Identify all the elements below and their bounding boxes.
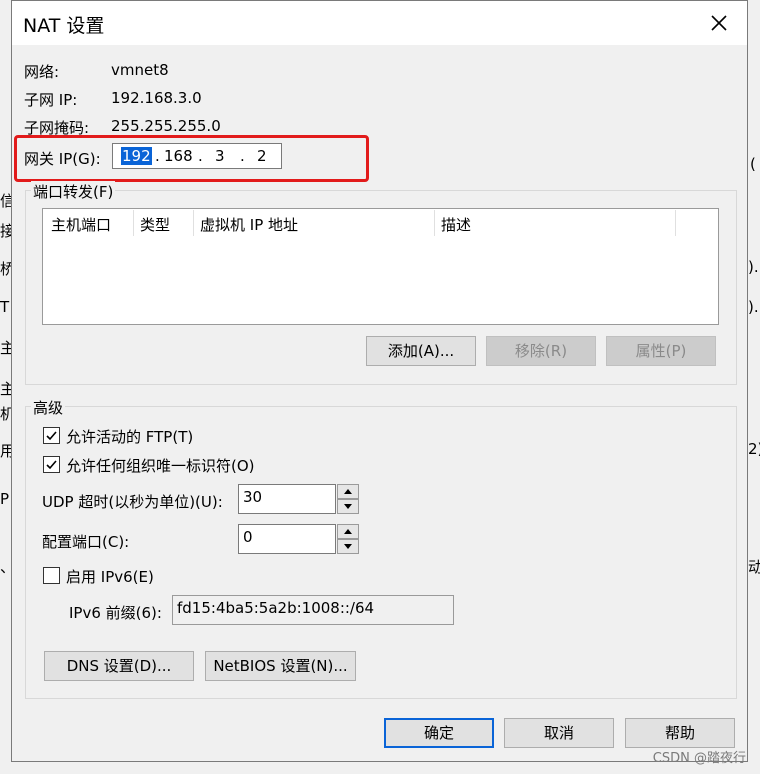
dns-settings-button[interactable]: DNS 设置(D)... [44,651,194,681]
nat-settings-dialog: NAT 设置 网络: vmnet8 子网 IP: 192.168.3.0 子网掩… [11,0,748,762]
ok-button[interactable]: 确定 [384,718,494,748]
bg-fragment-right-5: 动 [748,558,760,576]
highlight-annotation-box [14,135,369,182]
port-forwarding-list[interactable]: 主机端口 类型 虚拟机 IP 地址 描述 [42,208,719,325]
spin-down-button[interactable] [337,499,359,514]
advanced-label: 高级 [31,397,66,418]
subnet-ip-value: 192.168.3.0 [111,89,202,107]
column-separator[interactable] [133,210,134,236]
ipv6-prefix-input[interactable]: fd15:4ba5:5a2b:1008::/64 [172,595,454,625]
config-port-input[interactable]: 0 [238,524,336,554]
column-separator[interactable] [434,210,435,236]
udp-timeout-label: UDP 超时(以秒为单位)(U): [42,493,223,511]
bg-fragment-right-4: 2) [748,440,760,458]
arrow-down-icon [344,544,352,549]
cancel-button[interactable]: 取消 [504,718,614,748]
arrow-up-icon [344,529,352,534]
watermark: CSDN @踏夜行 [652,751,746,766]
allow-oui-label[interactable]: 允许任何组织唯一标识符(O) [66,455,255,476]
port-forwarding-label: 端口转发(F) [31,181,116,202]
column-header-host-port[interactable]: 主机端口 [51,214,111,235]
column-header-vm-ip[interactable]: 虚拟机 IP 地址 [200,214,298,235]
enable-ipv6-checkbox[interactable] [43,567,60,584]
allow-oui-checkbox[interactable] [43,456,60,473]
allow-ftp-checkbox[interactable] [43,427,60,444]
network-value: vmnet8 [111,61,169,79]
subnet-mask-value: 255.255.255.0 [111,117,221,135]
spin-down-button[interactable] [337,539,359,554]
netbios-settings-button[interactable]: NetBIOS 设置(N)... [205,651,356,681]
arrow-up-icon [344,489,352,494]
enable-ipv6-label[interactable]: 启用 IPv6(E) [66,566,154,587]
allow-ftp-label[interactable]: 允许活动的 FTP(T) [66,426,193,447]
remove-button[interactable]: 移除(R) [486,336,596,366]
column-separator[interactable] [193,210,194,236]
config-port-spinner[interactable] [337,524,359,554]
add-button[interactable]: 添加(A)... [366,336,476,366]
udp-timeout-input[interactable]: 30 [238,484,336,514]
column-separator[interactable] [675,210,676,236]
column-header-description[interactable]: 描述 [441,214,471,235]
close-icon[interactable] [705,9,733,37]
subnet-ip-label: 子网 IP: [24,91,78,109]
ipv6-prefix-label: IPv6 前缀(6): [69,604,162,622]
bg-fragment-right-1: ( [750,155,756,173]
bg-fragment-left-4: T [0,298,10,316]
properties-button[interactable]: 属性(P) [606,336,716,366]
spin-up-button[interactable] [337,524,359,539]
column-header-type[interactable]: 类型 [140,214,170,235]
arrow-down-icon [344,504,352,509]
bg-fragment-right-2: ).. [748,258,760,276]
spin-up-button[interactable] [337,484,359,499]
bg-fragment-right-3: ).. [748,298,760,316]
title-bar: NAT 设置 [12,1,747,45]
network-label: 网络: [24,63,60,81]
help-button[interactable]: 帮助 [625,718,735,748]
config-port-label: 配置端口(C): [42,533,130,551]
bg-fragment-left-9: P [0,490,10,508]
udp-timeout-spinner[interactable] [337,484,359,514]
dialog-title: NAT 设置 [23,15,105,37]
